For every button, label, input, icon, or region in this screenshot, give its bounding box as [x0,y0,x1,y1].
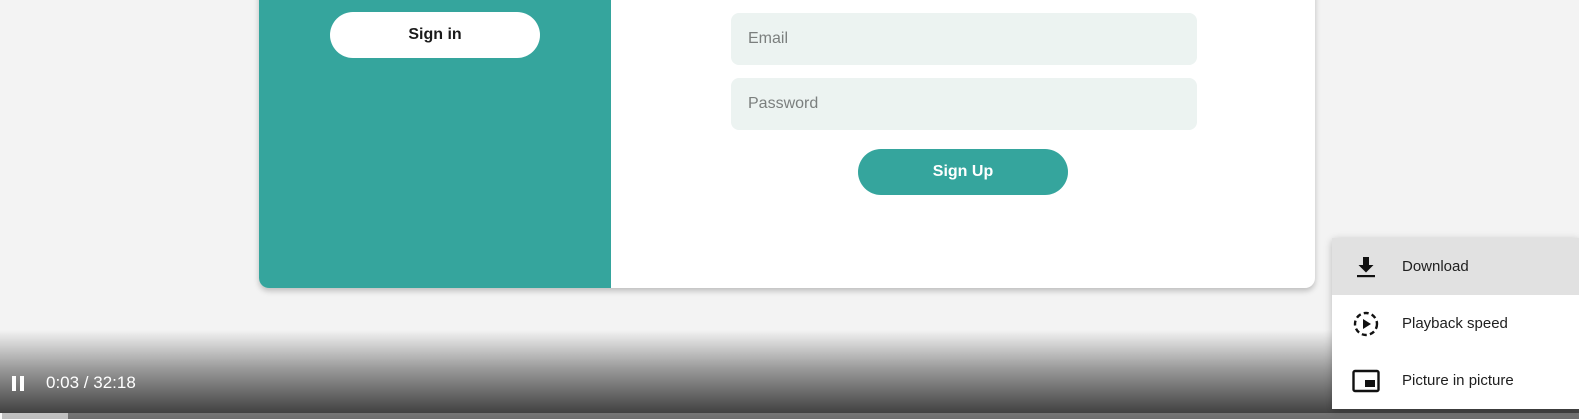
menu-item-label: Download [1402,258,1469,275]
pause-icon-bar [20,375,24,391]
sign-in-button[interactable]: Sign in [330,12,540,58]
time-readout: 0:03 / 32:18 [46,373,136,392]
pause-button[interactable] [8,372,28,394]
card-left-panel: Sign in [259,0,611,288]
progress-buffered [0,413,68,419]
playback-speed-icon [1352,310,1380,338]
signup-card: Sign in Sign Up [259,0,1315,288]
pause-icon [12,375,16,391]
sign-up-button[interactable]: Sign Up [858,149,1068,195]
download-icon [1352,253,1380,281]
menu-item-download[interactable]: Download [1332,238,1579,295]
email-field[interactable] [731,13,1197,65]
password-field[interactable] [731,78,1197,130]
menu-item-picture-in-picture[interactable]: Picture in picture [1332,352,1579,409]
progress-bar[interactable] [0,413,1579,419]
menu-item-playback-speed[interactable]: Playback speed [1332,295,1579,352]
overflow-menu: Download Playback speed Picture in pictu… [1332,238,1579,409]
picture-in-picture-icon [1352,367,1380,395]
menu-item-label: Playback speed [1402,315,1508,332]
menu-item-label: Picture in picture [1402,372,1514,389]
progress-played [0,413,3,419]
